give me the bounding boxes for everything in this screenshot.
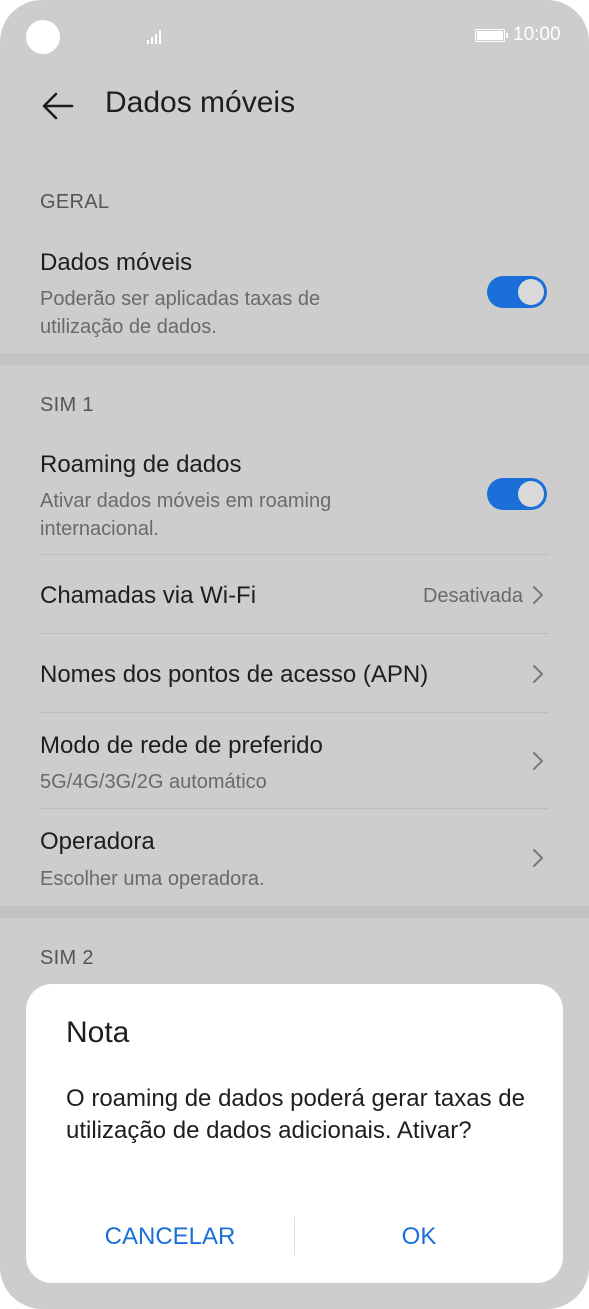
- network-mode-title: Modo de rede de preferido: [40, 732, 323, 759]
- section-header-sim1: SIM 1: [40, 394, 94, 416]
- roaming-toggle[interactable]: [487, 478, 547, 510]
- mobile-data-title: Dados móveis: [40, 249, 193, 276]
- dialog-message: O roaming de dados poderá gerar taxas de…: [66, 1085, 525, 1144]
- row-divider: [40, 712, 549, 713]
- dialog-title: Nota: [66, 1016, 130, 1049]
- section-divider: [0, 906, 589, 918]
- cancel-button[interactable]: CANCELAR: [36, 1212, 304, 1262]
- camera-cutout: [26, 20, 60, 54]
- roaming-note-dialog: Nota O roaming de dados poderá gerar tax…: [26, 984, 563, 1283]
- section-header-geral: GERAL: [40, 191, 110, 213]
- section-header-sim2: SIM 2: [40, 947, 94, 969]
- chevron-right-icon: [530, 750, 546, 772]
- row-divider: [40, 554, 549, 555]
- mobile-data-subtitle: Poderão ser aplicadas taxas de utilizaçã…: [40, 288, 321, 338]
- arrow-left-icon[interactable]: [38, 86, 78, 126]
- mobile-data-toggle[interactable]: [487, 276, 547, 308]
- roaming-subtitle: Ativar dados móveis em roaming internaci…: [40, 490, 332, 540]
- operator-subtitle: Escolher uma operadora.: [40, 868, 265, 890]
- toggle-knob: [518, 279, 544, 305]
- chevron-right-icon: [530, 847, 546, 869]
- wifi-calls-title: Chamadas via Wi-Fi: [40, 582, 257, 609]
- signal-icon: [147, 30, 169, 44]
- phone-screen: 10:00 Dados móveis GERAL Dados móveis Po…: [0, 0, 589, 1309]
- roaming-title: Roaming de dados: [40, 451, 242, 478]
- network-mode-subtitle: 5G/4G/3G/2G automático: [40, 771, 267, 793]
- ok-button[interactable]: OK: [285, 1212, 553, 1262]
- row-divider: [40, 633, 549, 634]
- operator-title: Operadora: [40, 828, 155, 855]
- toggle-knob: [518, 481, 544, 507]
- apn-title: Nomes dos pontos de acesso (APN): [40, 661, 429, 688]
- wifi-calls-value: Desativada: [422, 585, 523, 607]
- chevron-right-icon: [530, 584, 546, 606]
- row-divider: [40, 808, 549, 809]
- battery-full-icon: [475, 29, 508, 42]
- page-title: Dados móveis: [105, 86, 296, 119]
- section-divider: [0, 353, 589, 365]
- chevron-right-icon: [530, 663, 546, 685]
- status-bar: 10:00: [0, 0, 589, 72]
- status-time: 10:00: [513, 24, 561, 45]
